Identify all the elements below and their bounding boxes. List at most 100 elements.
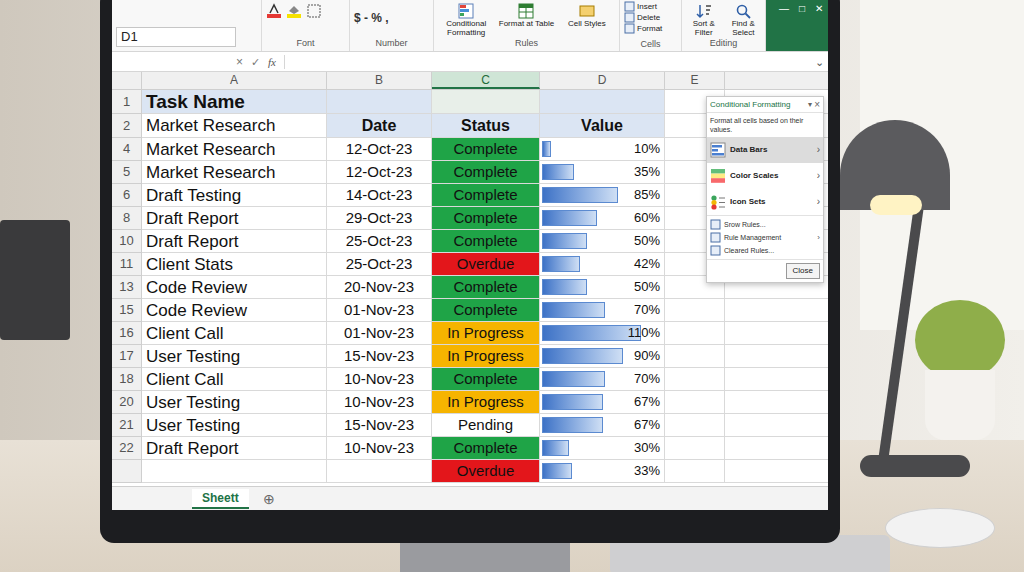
table-cell[interactable]: Client Call: [142, 368, 327, 391]
table-cell[interactable]: Draft Report: [142, 207, 327, 230]
table-cell[interactable]: [327, 460, 432, 483]
row-header[interactable]: 22: [112, 437, 142, 460]
number-format-buttons[interactable]: $ - % ,: [354, 3, 389, 27]
table-cell[interactable]: [665, 368, 725, 391]
table-cell[interactable]: [432, 90, 540, 114]
formula-input[interactable]: [284, 55, 807, 69]
column-header[interactable]: E: [665, 72, 725, 89]
column-title[interactable]: Value: [540, 114, 665, 138]
panel-option[interactable]: Icon Sets›: [707, 189, 823, 215]
table-cell[interactable]: 15-Nov-23: [327, 414, 432, 437]
row-header[interactable]: 1: [112, 90, 142, 114]
panel-link[interactable]: Srow Rules...: [707, 218, 823, 231]
table-cell[interactable]: Code Review: [142, 299, 327, 322]
status-cell[interactable]: Pending: [432, 414, 540, 437]
value-cell[interactable]: 85%: [540, 184, 665, 207]
status-cell[interactable]: Complete: [432, 161, 540, 184]
table-cell[interactable]: 20-Nov-23: [327, 276, 432, 299]
panel-option[interactable]: Color Scales›: [707, 163, 823, 189]
row-header[interactable]: 4: [112, 138, 142, 161]
status-cell[interactable]: In Progress: [432, 391, 540, 414]
status-cell[interactable]: Overdue: [432, 460, 540, 483]
function-button[interactable]: fx: [268, 55, 276, 69]
table-cell[interactable]: 12-Oct-23: [327, 138, 432, 161]
status-cell[interactable]: Complete: [432, 207, 540, 230]
status-cell[interactable]: Complete: [432, 230, 540, 253]
table-cell[interactable]: 25-Oct-23: [327, 253, 432, 276]
table-cell[interactable]: Draft Testing: [142, 184, 327, 207]
row-header[interactable]: 17: [112, 345, 142, 368]
table-cell[interactable]: Client Stats: [142, 253, 327, 276]
table-cell[interactable]: 01-Nov-23: [327, 299, 432, 322]
cells-button[interactable]: Insert: [624, 1, 677, 12]
row-header[interactable]: 5: [112, 161, 142, 184]
value-cell[interactable]: 110%: [540, 322, 665, 345]
status-cell[interactable]: Complete: [432, 276, 540, 299]
styles-button[interactable]: Conditional Formatting: [438, 3, 494, 37]
column-title[interactable]: Date: [327, 114, 432, 138]
status-cell[interactable]: In Progress: [432, 322, 540, 345]
row-header[interactable]: [112, 460, 142, 483]
table-cell[interactable]: [665, 460, 725, 483]
panel-close-button[interactable]: ×: [814, 99, 820, 110]
table-cell[interactable]: 12-Oct-23: [327, 161, 432, 184]
table-cell[interactable]: 25-Oct-23: [327, 230, 432, 253]
value-cell[interactable]: 67%: [540, 414, 665, 437]
status-cell[interactable]: Complete: [432, 184, 540, 207]
expand-formula-button[interactable]: ⌄: [815, 55, 824, 69]
table-cell[interactable]: [665, 414, 725, 437]
row-header[interactable]: 21: [112, 414, 142, 437]
table-cell[interactable]: 10-Nov-23: [327, 368, 432, 391]
column-header[interactable]: B: [327, 72, 432, 89]
column-header[interactable]: A: [142, 72, 327, 89]
row-header[interactable]: 18: [112, 368, 142, 391]
table-cell[interactable]: [665, 322, 725, 345]
row-header[interactable]: 2: [112, 114, 142, 138]
cells-button[interactable]: Delete: [624, 12, 677, 23]
panel-menu-button[interactable]: ▾: [808, 99, 812, 110]
table-cell[interactable]: Draft Report: [142, 437, 327, 460]
table-cell[interactable]: 15-Nov-23: [327, 345, 432, 368]
row-header[interactable]: 10: [112, 230, 142, 253]
maximize-button[interactable]: □: [794, 0, 810, 18]
table-cell[interactable]: Code Review: [142, 276, 327, 299]
editing-button[interactable]: Sort & Filter: [686, 3, 722, 37]
table-cell[interactable]: [665, 299, 725, 322]
status-cell[interactable]: Complete: [432, 299, 540, 322]
row-header[interactable]: 6: [112, 184, 142, 207]
table-cell[interactable]: 29-Oct-23: [327, 207, 432, 230]
table-cell[interactable]: Draft Report: [142, 230, 327, 253]
table-cell[interactable]: User Testing: [142, 345, 327, 368]
value-cell[interactable]: 30%: [540, 437, 665, 460]
column-header[interactable]: D: [540, 72, 665, 89]
value-cell[interactable]: 50%: [540, 276, 665, 299]
styles-button[interactable]: Cell Styles: [559, 3, 615, 28]
close-button[interactable]: ✕: [810, 0, 828, 18]
table-cell[interactable]: 10-Nov-23: [327, 437, 432, 460]
value-cell[interactable]: 35%: [540, 161, 665, 184]
select-all-corner[interactable]: [112, 72, 142, 89]
value-cell[interactable]: 67%: [540, 391, 665, 414]
table-cell[interactable]: 01-Nov-23: [327, 322, 432, 345]
enter-button[interactable]: ✓: [251, 55, 260, 69]
table-cell[interactable]: [540, 90, 665, 114]
status-cell[interactable]: Complete: [432, 437, 540, 460]
panel-link[interactable]: Cleared Rules...: [707, 244, 823, 257]
panel-close-text-button[interactable]: Close: [786, 263, 820, 279]
row-header[interactable]: 13: [112, 276, 142, 299]
table-cell[interactable]: [665, 391, 725, 414]
panel-option[interactable]: Data Bars›: [707, 137, 823, 163]
row-header[interactable]: 11: [112, 253, 142, 276]
value-cell[interactable]: 70%: [540, 299, 665, 322]
value-cell[interactable]: 70%: [540, 368, 665, 391]
add-sheet-button[interactable]: ⊕: [263, 491, 275, 507]
value-cell[interactable]: 50%: [540, 230, 665, 253]
table-cell[interactable]: Task Name: [142, 90, 327, 114]
status-cell[interactable]: Complete: [432, 138, 540, 161]
editing-button[interactable]: Find & Select: [726, 3, 762, 37]
status-cell[interactable]: Overdue: [432, 253, 540, 276]
value-cell[interactable]: 60%: [540, 207, 665, 230]
column-header[interactable]: C: [432, 72, 540, 89]
value-cell[interactable]: 33%: [540, 460, 665, 483]
cancel-button[interactable]: ×: [116, 55, 243, 69]
